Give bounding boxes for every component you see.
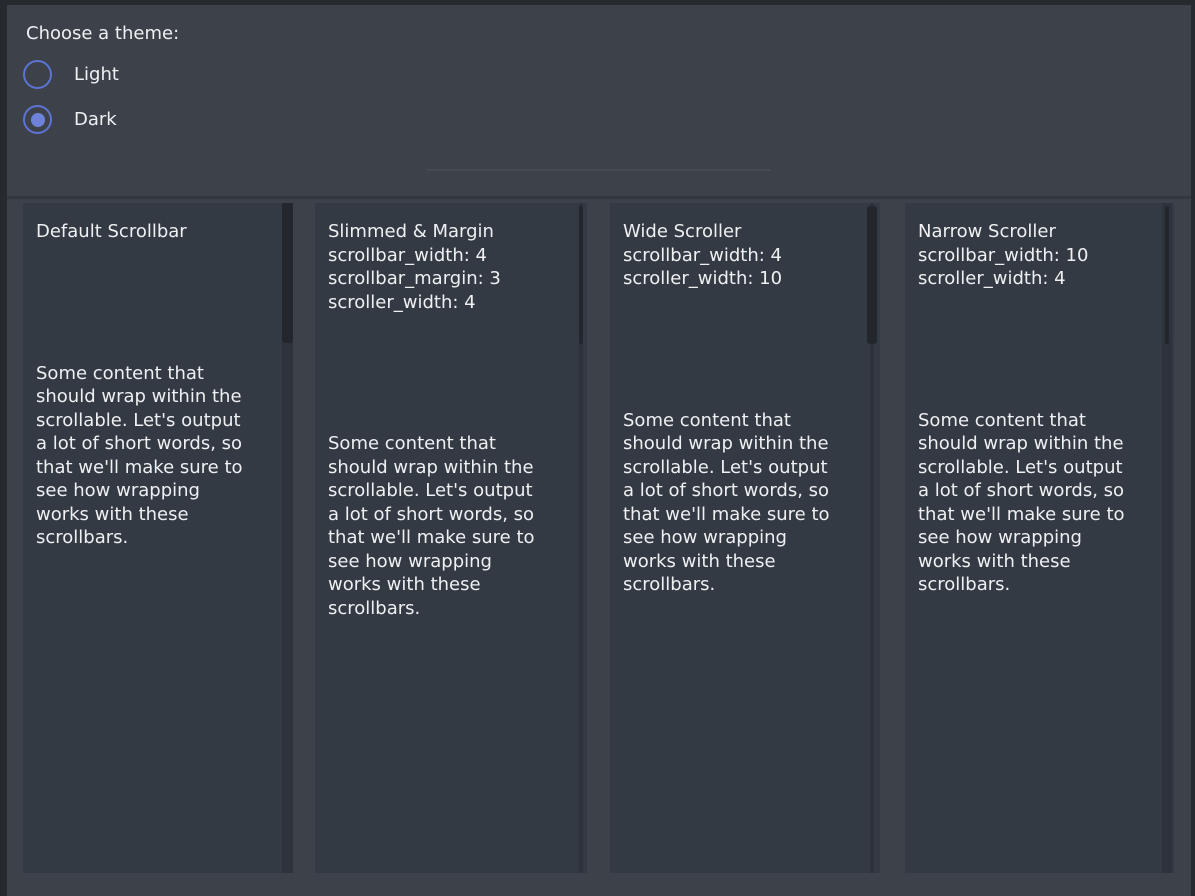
panel-params: scrollbar_width: 4 scroller_width: 10 <box>623 244 866 291</box>
radio-label: Dark <box>74 108 117 132</box>
panel-title: Narrow Scroller <box>918 220 1160 244</box>
radio-button-icon[interactable] <box>23 60 52 89</box>
panel-content: Some content that should wrap within the… <box>623 409 859 597</box>
panel-title: Wide Scroller <box>623 220 866 244</box>
scrollbar-thumb[interactable] <box>1165 206 1169 344</box>
radio-button-icon[interactable] <box>23 105 52 134</box>
panel-title: Default Scrollbar <box>36 220 279 244</box>
radio-dot <box>31 68 45 82</box>
window-frame-right <box>1191 0 1195 896</box>
section-divider <box>427 169 770 171</box>
scrollbar-thumb[interactable] <box>579 206 583 344</box>
panel-params: scrollbar_width: 4 scrollbar_margin: 3 s… <box>328 244 573 315</box>
scroll-panel[interactable]: Default Scrollbar Some content that shou… <box>23 203 293 873</box>
panel-content: Some content that should wrap within the… <box>36 362 272 550</box>
scrollbar-thumb[interactable] <box>867 206 877 344</box>
scroll-demo-panels: Default Scrollbar Some content that shou… <box>0 203 1195 873</box>
radio-dot <box>31 113 45 127</box>
radio-option-light[interactable]: Light <box>23 60 119 89</box>
panel-params: scrollbar_width: 10 scroller_width: 4 <box>918 244 1160 291</box>
radio-label: Light <box>74 63 119 87</box>
panels-top-edge <box>0 196 1195 199</box>
scroll-panel[interactable]: Slimmed & Margin scrollbar_width: 4 scro… <box>315 203 587 873</box>
theme-prompt: Choose a theme: <box>26 22 179 46</box>
scroll-panel[interactable]: Narrow Scroller scrollbar_width: 10 scro… <box>905 203 1174 873</box>
panel-content: Some content that should wrap within the… <box>918 409 1154 597</box>
panel-title: Slimmed & Margin <box>328 220 573 244</box>
scroll-panel[interactable]: Wide Scroller scrollbar_width: 4 scrolle… <box>610 203 880 873</box>
theme-radio-group: Light Dark <box>23 60 119 150</box>
radio-option-dark[interactable]: Dark <box>23 105 119 134</box>
panel-content: Some content that should wrap within the… <box>328 432 564 620</box>
window-frame-left <box>0 0 7 896</box>
scrollbar-thumb[interactable] <box>282 203 293 343</box>
window-frame-top <box>0 0 1195 5</box>
